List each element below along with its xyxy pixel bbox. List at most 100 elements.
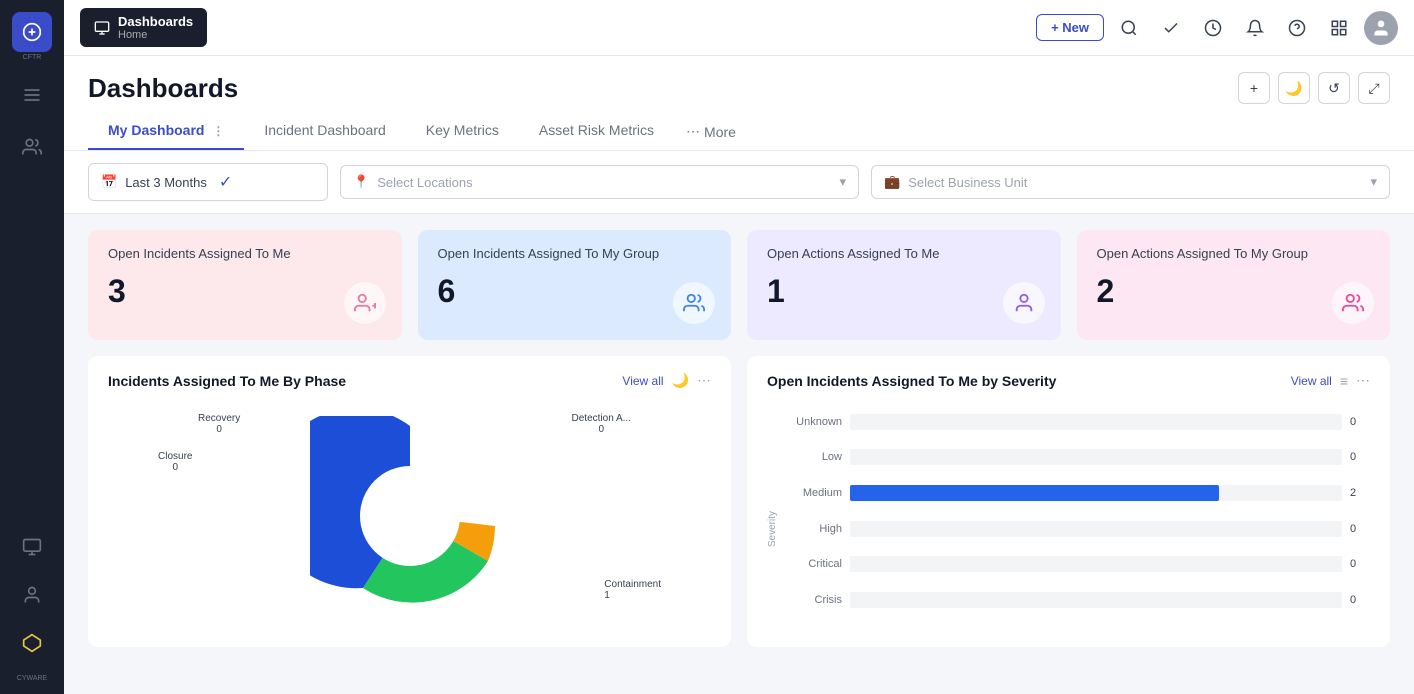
charts-row: Incidents Assigned To Me By Phase View a… [64,356,1414,647]
dark-mode-button[interactable]: 🌙 [1278,72,1310,104]
page-header-actions: + 🌙 ↺ ⤢ [1238,72,1390,104]
metric-icon-incidents-group [673,282,715,324]
bar-chart-card: Open Incidents Assigned To Me by Severit… [747,356,1390,647]
bar-value-high: 0 [1350,523,1370,535]
metric-title-actions-me: Open Actions Assigned To Me [767,246,1041,261]
metric-value-actions-group: 2 [1097,273,1371,310]
bar-track-critical [850,556,1342,572]
location-filter-label: Select Locations [377,175,831,190]
chevron-down-icon: ▾ [839,174,846,190]
bar-track-high [850,521,1342,537]
tab-key-metrics[interactable]: Key Metrics [406,112,519,150]
tab-more[interactable]: ⋯ More [674,113,748,150]
bar-row-medium: Medium 2 [787,485,1370,501]
donut-svg [310,416,510,616]
metric-title-incidents-me: Open Incidents Assigned To Me [108,246,382,261]
app-name: CFTR [23,54,42,61]
main-content: Dashboards Home + New [64,0,1414,694]
bar-value-low: 0 [1350,451,1370,463]
topbar: Dashboards Home + New [64,0,1414,56]
expand-button[interactable]: ⤢ [1358,72,1390,104]
person-icon[interactable] [14,577,50,613]
menu-icon[interactable] [14,77,50,113]
date-filter[interactable]: 📅 Last 3 Months ✓ [88,163,328,201]
bar-track-unknown [850,414,1342,430]
new-button[interactable]: + New [1036,14,1104,41]
location-filter[interactable]: 📍 Select Locations ▾ [340,165,859,199]
donut-moon-icon[interactable]: 🌙 [672,372,689,389]
user-avatar[interactable] [1364,11,1398,45]
metric-icon-actions-me [1003,282,1045,324]
metric-open-incidents-group[interactable]: Open Incidents Assigned To My Group 6 [418,230,732,340]
metric-title-actions-group: Open Actions Assigned To My Group [1097,246,1371,261]
bar-value-crisis: 0 [1350,594,1370,606]
metric-title-incidents-group: Open Incidents Assigned To My Group [438,246,712,261]
bar-row-critical: Critical 0 [787,556,1370,572]
business-icon: 💼 [884,174,900,190]
cyware-icon[interactable] [14,625,50,661]
page: Dashboards + 🌙 ↺ ⤢ My Dashboard ⋮ Incide… [64,56,1414,694]
calendar-icon: 📅 [101,174,117,190]
donut-more-icon[interactable]: ⋯ [697,372,711,389]
bar-row-low: Low 0 [787,449,1370,465]
grid-button[interactable] [1322,11,1356,45]
metric-open-actions-group[interactable]: Open Actions Assigned To My Group 2 [1077,230,1391,340]
sidebar: CFTR CYWARE [0,0,64,694]
bar-row-crisis: Crisis 0 [787,592,1370,608]
page-title: Dashboards [88,73,238,104]
metric-icon-incidents-me [344,282,386,324]
legend-recovery: Recovery [198,413,240,424]
bar-value-critical: 0 [1350,558,1370,570]
tab-asset-risk[interactable]: Asset Risk Metrics [519,112,674,150]
bar-more-icon[interactable]: ⋯ [1356,372,1370,389]
brand-name: Dashboards [118,14,193,29]
bar-view-all[interactable]: View all [1291,374,1332,388]
app-logo[interactable] [12,12,52,52]
help-button[interactable] [1280,11,1314,45]
metric-value-actions-me: 1 [767,273,1041,310]
donut-view-all[interactable]: View all [622,374,663,388]
check-button[interactable] [1154,11,1188,45]
bar-row-unknown: Unknown 0 [787,414,1370,430]
bar-chart-title: Open Incidents Assigned To Me by Severit… [767,373,1056,389]
tab-incident-dashboard[interactable]: Incident Dashboard [244,112,405,150]
metric-open-actions-me[interactable]: Open Actions Assigned To Me 1 [747,230,1061,340]
bar-label-high: High [787,523,842,535]
bar-label-critical: Critical [787,558,842,570]
legend-closure: Closure [158,451,192,462]
donut-chart: Detection A... 0 Recovery 0 Closure 0 Co… [108,401,711,631]
monitor-icon[interactable] [14,529,50,565]
clock-button[interactable] [1196,11,1230,45]
metric-value-incidents-group: 6 [438,273,712,310]
location-icon: 📍 [353,174,369,190]
users-icon[interactable] [14,129,50,165]
refresh-button[interactable]: ↺ [1318,72,1350,104]
date-filter-label: Last 3 Months [125,175,207,190]
bar-label-unknown: Unknown [787,416,842,428]
donut-chart-title: Incidents Assigned To Me By Phase [108,373,346,389]
bar-axis-label: Severity [767,511,778,547]
bar-list-icon[interactable]: ≡ [1340,373,1348,389]
bar-track-medium [850,485,1342,501]
metric-icon-actions-group [1332,282,1374,324]
add-dashboard-button[interactable]: + [1238,72,1270,104]
business-filter[interactable]: 💼 Select Business Unit ▾ [871,165,1390,199]
donut-chart-card: Incidents Assigned To Me By Phase View a… [88,356,731,647]
bar-row-high: High 0 [787,521,1370,537]
metrics-row: Open Incidents Assigned To Me 3 Open Inc… [64,214,1414,356]
brand-button[interactable]: Dashboards Home [80,8,207,47]
metric-value-incidents-me: 3 [108,273,382,310]
search-button[interactable] [1112,11,1146,45]
bell-button[interactable] [1238,11,1272,45]
bar-label-crisis: Crisis [787,594,842,606]
business-filter-label: Select Business Unit [908,175,1362,190]
bar-label-medium: Medium [787,487,842,499]
bar-fill-medium [850,485,1219,501]
chevron-down-icon-2: ▾ [1370,174,1377,190]
legend-detection: Detection A... [572,413,631,424]
tabs: My Dashboard ⋮ Incident Dashboard Key Me… [88,112,1390,150]
bar-chart-wrapper: Severity Unknown 0 Low [767,401,1370,621]
bar-label-low: Low [787,451,842,463]
metric-open-incidents-me[interactable]: Open Incidents Assigned To Me 3 [88,230,402,340]
tab-my-dashboard[interactable]: My Dashboard ⋮ [88,112,244,150]
